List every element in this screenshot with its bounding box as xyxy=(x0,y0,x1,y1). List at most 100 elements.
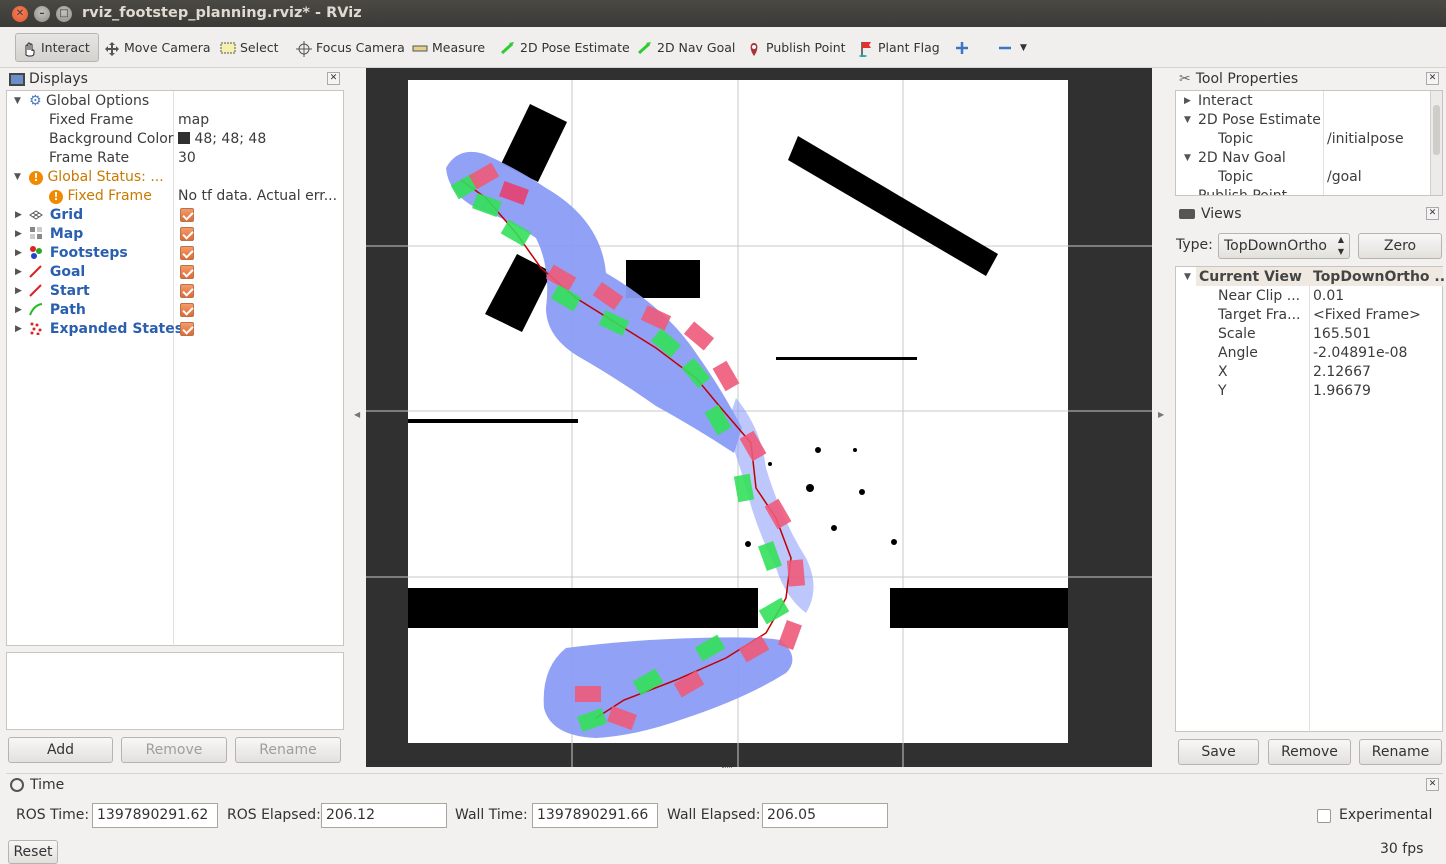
expand-arrow-icon[interactable]: ▶ xyxy=(15,305,22,315)
expand-arrow-icon[interactable]: ▶ xyxy=(15,210,22,220)
display-item-row[interactable]: Expanded States xyxy=(29,320,183,339)
add-tool-button[interactable] xyxy=(955,33,975,62)
tool-row-nav-goal[interactable]: 2D Nav Goal xyxy=(1198,149,1286,168)
ros-elapsed-field[interactable]: 206.12 xyxy=(321,803,447,828)
scrollbar[interactable] xyxy=(1430,91,1442,195)
tool-row-interact[interactable]: Interact xyxy=(1198,92,1253,111)
tool-properties-tree[interactable]: ▶ Interact ▼ 2D Pose Estimate Topic /ini… xyxy=(1175,90,1443,196)
frame-rate-value[interactable]: 30 xyxy=(178,149,196,168)
footstep-marker xyxy=(786,559,806,587)
tool-row-publish-point[interactable]: Publish Point xyxy=(1198,187,1287,195)
display-item-row[interactable]: Grid xyxy=(29,206,83,225)
fixed-frame-value[interactable]: map xyxy=(178,111,209,130)
nav-goal-label: 2D Nav Goal xyxy=(657,40,736,55)
expand-arrow-icon[interactable]: ▶ xyxy=(15,286,22,296)
display-enabled-checkbox[interactable] xyxy=(180,246,194,260)
tool-row-pose-estimate[interactable]: 2D Pose Estimate xyxy=(1198,111,1321,130)
select-tool-button[interactable]: Select xyxy=(220,33,279,62)
measure-tool-button[interactable]: Measure xyxy=(412,33,485,62)
view-prop-value[interactable]: 2.12667 xyxy=(1313,363,1371,382)
close-icon[interactable]: ✕ xyxy=(327,72,340,85)
expand-arrow-icon[interactable]: ▶ xyxy=(15,324,22,334)
focus-camera-tool-button[interactable]: Focus Camera xyxy=(296,33,405,62)
views-tree[interactable]: ▼ Current View TopDownOrtho ... Near Cli… xyxy=(1175,266,1446,733)
window-close-button[interactable]: ✕ xyxy=(12,6,28,22)
wall-elapsed-label: Wall Elapsed: xyxy=(667,807,761,823)
display-item-row[interactable]: Goal xyxy=(29,263,85,282)
global-options-row[interactable]: ⚙ Global Options xyxy=(29,92,149,111)
pose-estimate-tool-button[interactable]: 2D Pose Estimate xyxy=(500,33,630,62)
close-icon[interactable]: ✕ xyxy=(1426,207,1439,220)
display-enabled-checkbox[interactable] xyxy=(180,322,194,336)
tool-row-goal-topic-value[interactable]: /goal xyxy=(1327,168,1362,187)
expand-arrow-icon[interactable]: ▼ xyxy=(14,172,21,182)
expand-arrow-icon[interactable]: ▼ xyxy=(1184,115,1191,125)
zero-button[interactable]: Zero xyxy=(1358,233,1442,259)
splitter-handle[interactable] xyxy=(722,767,732,771)
map-visualization xyxy=(366,80,1152,767)
expand-arrow-icon[interactable]: ▼ xyxy=(14,96,21,106)
move-camera-tool-button[interactable]: Move Camera xyxy=(104,33,211,62)
display-item-row[interactable]: Map xyxy=(29,225,83,244)
display-enabled-checkbox[interactable] xyxy=(180,265,194,279)
view-type-select[interactable]: TopDownOrtho ▲ ▼ xyxy=(1218,233,1350,259)
experimental-checkbox[interactable] xyxy=(1317,809,1331,823)
expand-arrow-icon[interactable]: ▼ xyxy=(1184,153,1191,163)
publish-point-tool-button[interactable]: Publish Point xyxy=(746,33,846,62)
view-prop-value[interactable]: 165.501 xyxy=(1313,325,1371,344)
display-description-box xyxy=(6,652,344,730)
view-prop-value[interactable]: 1.96679 xyxy=(1313,382,1371,401)
expand-arrow-icon[interactable]: ▶ xyxy=(15,248,22,258)
window-minimize-button[interactable]: – xyxy=(34,6,50,22)
view-prop-value[interactable]: <Fixed Frame> xyxy=(1313,306,1421,325)
view-prop-value[interactable]: -2.04891e-08 xyxy=(1313,344,1407,363)
status-message: No tf data. Actual err... xyxy=(178,188,338,204)
close-icon[interactable]: ✕ xyxy=(1426,778,1439,791)
status-fixed-frame-row[interactable]: ! Fixed Frame xyxy=(49,187,152,206)
tool-row-topic-value[interactable]: /initialpose xyxy=(1327,130,1404,149)
interact-tool-button[interactable]: Interact xyxy=(15,33,99,62)
scrollbar-thumb[interactable] xyxy=(1433,105,1440,155)
display-enabled-checkbox[interactable] xyxy=(180,303,194,317)
display-item-row[interactable]: Footsteps xyxy=(29,244,128,263)
displays-panel-header: Displays ✕ xyxy=(6,68,344,90)
expand-arrow-icon[interactable]: ▶ xyxy=(1184,96,1191,106)
remove-display-button[interactable]: Remove xyxy=(121,737,227,763)
reset-button[interactable]: Reset xyxy=(8,840,58,864)
displays-tree[interactable]: ▼ ⚙ Global Options Fixed Frame map Backg… xyxy=(6,90,344,647)
ros-time-field[interactable]: 1397890291.62 xyxy=(92,803,218,828)
background-color-value[interactable]: 48; 48; 48 xyxy=(178,130,266,149)
rename-view-button[interactable]: Rename xyxy=(1359,739,1442,765)
display-enabled-checkbox[interactable] xyxy=(180,284,194,298)
window-maximize-button[interactable]: □ xyxy=(56,6,72,22)
expand-arrow-icon[interactable]: ▶ xyxy=(15,267,22,277)
collapse-left-arrow-icon[interactable]: ◀ xyxy=(354,410,360,419)
column-divider xyxy=(1309,267,1310,733)
global-status-row[interactable]: ! Global Status: ... xyxy=(29,168,164,187)
expand-arrow-icon[interactable]: ▶ xyxy=(15,229,22,239)
current-view-label[interactable]: Current View xyxy=(1199,268,1302,287)
close-icon[interactable]: ✕ xyxy=(1426,72,1439,85)
view-prop-value[interactable]: 0.01 xyxy=(1313,287,1344,306)
display-item-row[interactable]: Path xyxy=(29,301,86,320)
wall-elapsed-field[interactable]: 206.05 xyxy=(762,803,888,828)
expand-arrow-icon[interactable]: ▼ xyxy=(1184,272,1191,282)
save-view-button[interactable]: Save xyxy=(1178,739,1259,765)
display-enabled-checkbox[interactable] xyxy=(180,208,194,222)
display-enabled-checkbox[interactable] xyxy=(180,227,194,241)
display-item-row[interactable]: Start xyxy=(29,282,90,301)
plant-flag-label: Plant Flag xyxy=(878,40,940,55)
remove-tool-menu-button[interactable]: ▼ xyxy=(998,33,1027,62)
add-display-button[interactable]: Add xyxy=(8,737,113,763)
nav-goal-tool-button[interactable]: 2D Nav Goal xyxy=(637,33,735,62)
ruler-icon xyxy=(412,41,428,55)
collapse-right-arrow-icon[interactable]: ▶ xyxy=(1158,410,1164,419)
rename-display-button[interactable]: Rename xyxy=(235,737,341,763)
time-panel-header: Time ✕ xyxy=(6,773,1443,795)
display-item-label: Start xyxy=(49,283,90,299)
render-viewport[interactable] xyxy=(366,68,1152,767)
plant-flag-tool-button[interactable]: Plant Flag xyxy=(858,33,940,62)
display-item-label: Path xyxy=(49,302,86,318)
wall-time-field[interactable]: 1397890291.66 xyxy=(532,803,658,828)
remove-view-button[interactable]: Remove xyxy=(1268,739,1351,765)
